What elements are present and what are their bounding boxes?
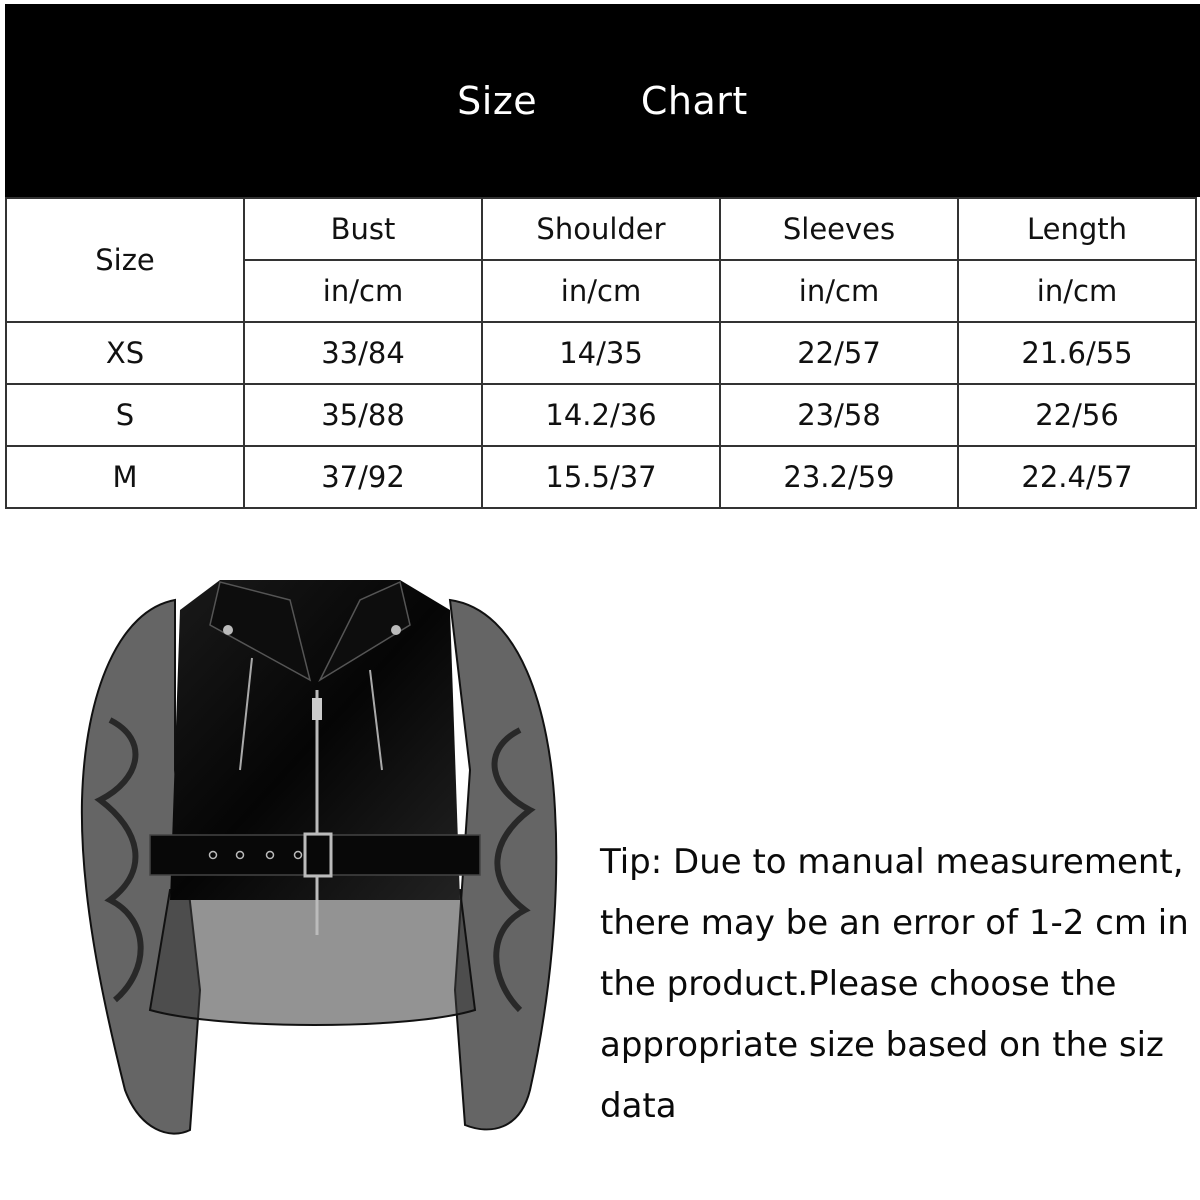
- snap-button: [223, 625, 233, 635]
- unit-label: in/cm: [719, 259, 959, 323]
- snap-button: [391, 625, 401, 635]
- size-table: Size Bust Shoulder Sleeves Length in/cm …: [5, 197, 1197, 509]
- unit-label: in/cm: [481, 259, 721, 323]
- belt: [149, 834, 481, 876]
- shoulder-cell: 14.2/36: [481, 383, 721, 447]
- table-header-row: Size Bust Shoulder Sleeves Length: [5, 197, 1197, 323]
- shoulder-cell: 15.5/37: [481, 445, 721, 509]
- table-row: XS 33/84 14/35 22/57 21.6/55: [5, 321, 1197, 385]
- column-header-length: Length: [957, 197, 1197, 261]
- unit-label: in/cm: [957, 259, 1197, 323]
- bust-cell: 37/92: [243, 445, 483, 509]
- size-column-header: Size: [5, 197, 245, 323]
- sleeves-cell: 23.2/59: [719, 445, 959, 509]
- length-cell: 21.6/55: [957, 321, 1197, 385]
- table-row: S 35/88 14.2/36 23/58 22/56: [5, 383, 1197, 447]
- column-header-sleeves: Sleeves: [719, 197, 959, 261]
- bust-cell: 35/88: [243, 383, 483, 447]
- peplum-hem: [148, 889, 477, 1026]
- zipper-pull: [312, 698, 322, 720]
- size-chart-banner: Size Chart: [5, 4, 1200, 197]
- shoulder-cell: 14/35: [481, 321, 721, 385]
- size-cell: XS: [5, 321, 245, 385]
- length-cell: 22.4/57: [957, 445, 1197, 509]
- bust-cell: 33/84: [243, 321, 483, 385]
- size-cell: S: [5, 383, 245, 447]
- measurement-tip: Tip: Due to manual measurement, there ma…: [600, 842, 1189, 1126]
- banner-title: Size Chart: [457, 78, 748, 123]
- column-header-shoulder: Shoulder: [481, 197, 721, 261]
- unit-label: in/cm: [243, 259, 483, 323]
- size-cell: M: [5, 445, 245, 509]
- table-row: M 37/92 15.5/37 23.2/59 22.4/57: [5, 445, 1197, 509]
- sleeves-cell: 23/58: [719, 383, 959, 447]
- length-cell: 22/56: [957, 383, 1197, 447]
- sleeves-cell: 22/57: [719, 321, 959, 385]
- product-image-jacket: [80, 580, 558, 1135]
- column-header-bust: Bust: [243, 197, 483, 261]
